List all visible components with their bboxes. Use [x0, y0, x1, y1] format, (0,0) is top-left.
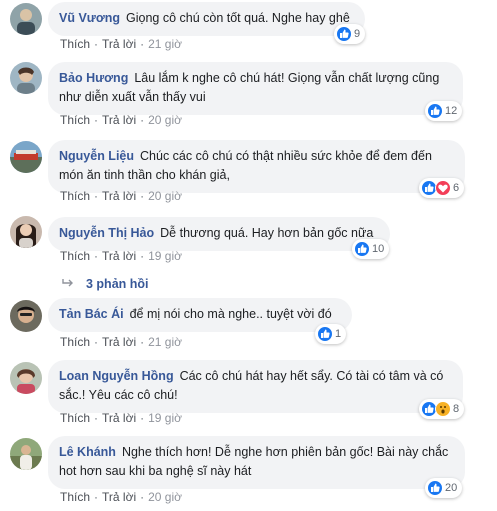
like-link[interactable]: Thích — [60, 411, 90, 425]
thumbs-up-icon — [354, 241, 370, 257]
comment-time[interactable]: 21 giờ — [148, 37, 182, 51]
reaction-summary[interactable]: 10 — [352, 239, 390, 259]
comment-time[interactable]: 19 giờ — [148, 249, 182, 263]
comment-text: Nghe thích hơn! Dễ nghe hơn phiên bản gố… — [59, 445, 449, 478]
comment-actions: Thích · Trả lời · 20 giờ — [60, 113, 182, 127]
thumbs-up-icon — [427, 480, 443, 496]
comment-author[interactable]: Vũ Vương — [59, 11, 120, 25]
comment-bubble: Nguyễn Liệu Chúc các cô chú có thật nhiều… — [48, 140, 465, 193]
comment-time[interactable]: 20 giờ — [148, 490, 182, 504]
avatar[interactable] — [10, 300, 42, 332]
like-link[interactable]: Thích — [60, 37, 90, 51]
comment-time[interactable]: 21 giờ — [148, 335, 182, 349]
comment-text: Dễ thương quá. Hay hơn bản gốc nữa — [160, 226, 374, 240]
reply-link[interactable]: Trả lời — [102, 113, 136, 127]
reaction-summary[interactable]: 9 — [334, 24, 366, 44]
comment-bubble: Vũ Vương Giọng cô chú còn tốt quá. Nghe h… — [48, 2, 365, 36]
avatar[interactable] — [10, 362, 42, 394]
reaction-count: 1 — [335, 328, 342, 340]
reply-link[interactable]: Trả lời — [102, 249, 136, 263]
comment-bubble: Tản Bác Ái để mị nói cho mà nghe.. tuyệt … — [48, 298, 352, 332]
comment-actions: Thích · Trả lời · 20 giờ — [60, 189, 182, 203]
comment-author[interactable]: Tản Bác Ái — [59, 307, 124, 321]
wow-face-icon — [435, 401, 451, 417]
avatar[interactable] — [10, 216, 42, 248]
view-replies-label[interactable]: 3 phản hồi — [86, 277, 149, 291]
reaction-count: 20 — [445, 482, 458, 494]
reply-arrow-icon — [62, 277, 74, 291]
reaction-summary[interactable]: 6 — [419, 178, 465, 198]
comment-bubble: Loan Nguyễn Hồng Các cô chú hát hay hết s… — [48, 360, 463, 413]
comment-time[interactable]: 19 giờ — [148, 411, 182, 425]
reaction-count: 10 — [372, 243, 385, 255]
reply-link[interactable]: Trả lời — [102, 189, 136, 203]
avatar[interactable] — [10, 141, 42, 173]
like-link[interactable]: Thích — [60, 490, 90, 504]
comment-bubble: Nguyễn Thị Hảo Dễ thương quá. Hay hơn bản… — [48, 217, 390, 251]
reaction-count: 6 — [453, 182, 460, 194]
thumbs-up-icon — [317, 326, 333, 342]
reaction-summary[interactable]: 20 — [425, 478, 463, 498]
comment-bubble: Lê Khánh Nghe thích hơn! Dễ nghe hơn phiê… — [48, 436, 465, 489]
comment-author[interactable]: Bảo Hương — [59, 71, 128, 85]
reaction-summary[interactable]: 8 — [419, 399, 465, 419]
comment-text: để mị nói cho mà nghe.. tuyệt vời đó — [129, 307, 332, 321]
comment-author[interactable]: Nguyễn Liệu — [59, 149, 134, 163]
reaction-summary[interactable]: 1 — [315, 324, 347, 344]
reaction-count: 8 — [453, 403, 460, 415]
reply-link[interactable]: Trả lời — [102, 335, 136, 349]
reaction-count: 9 — [354, 28, 361, 40]
like-link[interactable]: Thích — [60, 249, 90, 263]
comment-actions: Thích · Trả lời · 19 giờ — [60, 249, 182, 263]
reaction-summary[interactable]: 12 — [425, 101, 463, 121]
comment-author[interactable]: Nguyễn Thị Hảo — [59, 226, 154, 240]
comment-actions: Thích · Trả lời · 21 giờ — [60, 335, 182, 349]
reply-link[interactable]: Trả lời — [102, 490, 136, 504]
like-link[interactable]: Thích — [60, 189, 90, 203]
avatar[interactable] — [10, 438, 42, 470]
comment-author[interactable]: Loan Nguyễn Hồng — [59, 369, 174, 383]
thumbs-up-icon — [427, 103, 443, 119]
comment-actions: Thích · Trả lời · 21 giờ — [60, 37, 182, 51]
reply-link[interactable]: Trả lời — [102, 37, 136, 51]
comment-bubble: Bảo Hương Lâu lắm k nghe cô chú hát! Giọn… — [48, 62, 463, 115]
view-replies-link[interactable]: 3 phản hồi — [62, 277, 149, 291]
like-link[interactable]: Thích — [60, 335, 90, 349]
comment-author[interactable]: Lê Khánh — [59, 445, 116, 459]
comment-text: Giọng cô chú còn tốt quá. Nghe hay ghê — [126, 11, 350, 25]
heart-icon — [435, 180, 451, 196]
comment-time[interactable]: 20 giờ — [148, 189, 182, 203]
like-link[interactable]: Thích — [60, 113, 90, 127]
comment-time[interactable]: 20 giờ — [148, 113, 182, 127]
reply-link[interactable]: Trả lời — [102, 411, 136, 425]
comment-actions: Thích · Trả lời · 19 giờ — [60, 411, 182, 425]
avatar[interactable] — [10, 62, 42, 94]
comment-actions: Thích · Trả lời · 20 giờ — [60, 490, 182, 504]
avatar[interactable] — [10, 3, 42, 35]
reaction-count: 12 — [445, 105, 458, 117]
thumbs-up-icon — [336, 26, 352, 42]
